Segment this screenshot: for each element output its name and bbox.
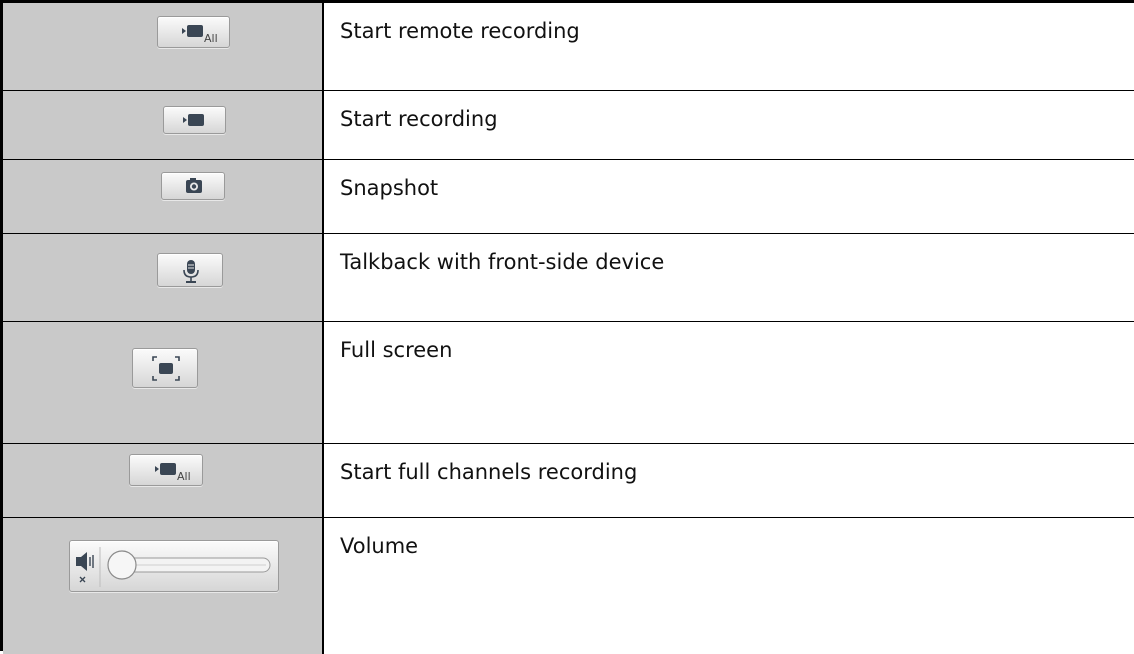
speaker-icon	[76, 557, 81, 566]
icon-cell	[3, 160, 324, 233]
record-all-icon	[182, 25, 203, 37]
table-row: Full screen	[3, 322, 1134, 444]
description-text: Snapshot	[340, 176, 439, 200]
icon-cell	[3, 518, 324, 654]
camera-icon	[186, 178, 202, 193]
table-row: All Start remote recording	[3, 3, 1134, 91]
record-button[interactable]	[163, 106, 226, 134]
icon-cell	[3, 91, 324, 159]
description-cell: Full screen	[324, 322, 1134, 443]
volume-slider-icon	[76, 547, 271, 587]
description-cell: Volume	[324, 518, 1134, 654]
all-label: All	[204, 32, 218, 45]
description-text: Full screen	[340, 338, 453, 362]
record-all-icon	[155, 463, 176, 475]
description-cell: Start remote recording	[324, 3, 1134, 90]
icon-cell: All	[3, 444, 324, 517]
description-cell: Start recording	[324, 91, 1134, 159]
fullscreen-icon	[152, 356, 180, 381]
record-all-channels-button[interactable]: All	[129, 454, 203, 486]
icon-cell	[3, 234, 324, 321]
snapshot-button[interactable]	[161, 172, 225, 200]
record-icon	[183, 114, 204, 126]
icon-cell: All	[3, 3, 324, 90]
talkback-button[interactable]	[157, 253, 223, 287]
table-row: Snapshot	[3, 160, 1134, 234]
table-row: Start recording	[3, 91, 1134, 160]
description-cell: Snapshot	[324, 160, 1134, 233]
table-row: Talkback with front-side device	[3, 234, 1134, 322]
description-text: Start remote recording	[340, 19, 580, 43]
description-text: Start recording	[340, 107, 498, 131]
icon-cell	[3, 322, 324, 443]
table-row: All Start full channels recording	[3, 444, 1134, 518]
description-cell: Start full channels recording	[324, 444, 1134, 517]
all-label: All	[177, 470, 191, 483]
fullscreen-button[interactable]	[132, 348, 198, 388]
remote-record-button[interactable]: All	[157, 16, 230, 48]
button-description-table: All Start remote recording Start recordi…	[0, 0, 1134, 654]
description-cell: Talkback with front-side device	[324, 234, 1134, 321]
microphone-icon	[183, 260, 199, 283]
description-text: Talkback with front-side device	[340, 250, 665, 274]
description-text: Start full channels recording	[340, 460, 638, 484]
volume-control[interactable]	[69, 540, 279, 592]
description-text: Volume	[340, 534, 419, 558]
table-row: Volume	[3, 518, 1134, 654]
